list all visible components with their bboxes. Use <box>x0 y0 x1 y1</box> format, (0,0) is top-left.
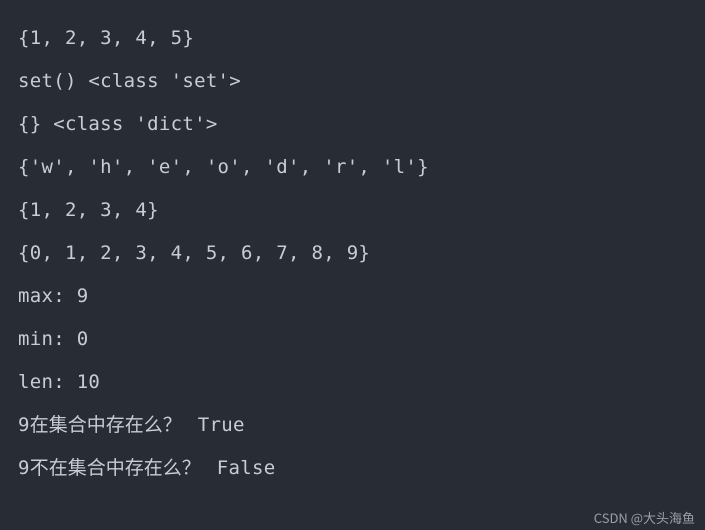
output-line: 9在集合中存在么？ True <box>18 403 687 446</box>
output-line: 9不在集合中存在么？ False <box>18 446 687 489</box>
output-line: {'w', 'h', 'e', 'o', 'd', 'r', 'l'} <box>18 145 687 188</box>
line-suffix: {'w', 'h', 'e', 'o', 'd', 'r', 'l'} <box>18 156 429 178</box>
line-cjk: 在集合中存在么？ <box>30 410 186 437</box>
line-suffix: {} <class 'dict'> <box>18 113 218 135</box>
line-suffix: False <box>205 457 275 479</box>
line-suffix: set() <class 'set'> <box>18 70 241 92</box>
line-suffix: {1, 2, 3, 4} <box>18 199 159 221</box>
output-line: {1, 2, 3, 4} <box>18 188 687 231</box>
line-cjk: 不在集合中存在么？ <box>30 453 205 480</box>
line-prefix: 9 <box>18 414 30 436</box>
output-line: min: 0 <box>18 317 687 360</box>
output-line: set() <class 'set'> <box>18 59 687 102</box>
output-line: max: 9 <box>18 274 687 317</box>
console-output: {1, 2, 3, 4, 5} set() <class 'set'> {} <… <box>0 0 705 530</box>
line-suffix: max: 9 <box>18 285 88 307</box>
output-line: len: 10 <box>18 360 687 403</box>
line-suffix: {0, 1, 2, 3, 4, 5, 6, 7, 8, 9} <box>18 242 370 264</box>
line-suffix: min: 0 <box>18 328 88 350</box>
line-suffix: len: 10 <box>18 371 100 393</box>
output-line: {1, 2, 3, 4, 5} <box>18 16 687 59</box>
line-suffix: True <box>186 414 245 436</box>
watermark-text: CSDN @大头海鱼 <box>594 511 695 524</box>
output-line: {} <class 'dict'> <box>18 102 687 145</box>
output-line: {0, 1, 2, 3, 4, 5, 6, 7, 8, 9} <box>18 231 687 274</box>
line-prefix: 9 <box>18 457 30 479</box>
line-suffix: {1, 2, 3, 4, 5} <box>18 27 194 49</box>
